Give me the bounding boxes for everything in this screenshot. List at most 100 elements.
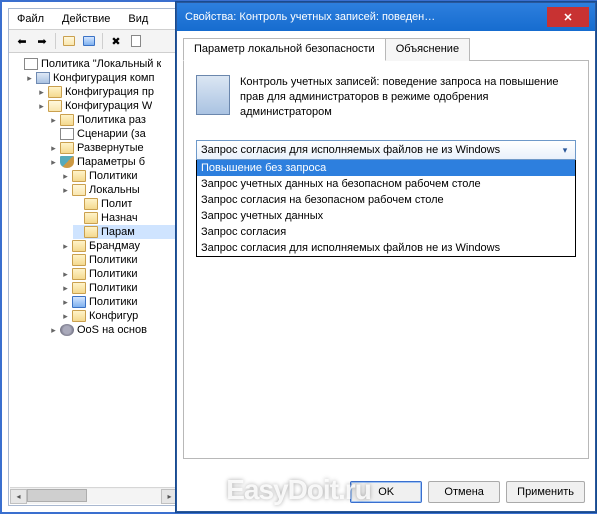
horizontal-scrollbar[interactable]: ◂ ▸ <box>10 487 178 504</box>
dialog-titlebar[interactable]: Свойства: Контроль учетных записей: пове… <box>177 3 595 31</box>
tree-twisty-icon[interactable]: ▸ <box>61 186 70 195</box>
folder-blue-icon <box>72 296 86 308</box>
tree-item[interactable]: ▸ Политики <box>61 281 177 295</box>
tree-item[interactable]: ▸ Локальны <box>61 183 177 197</box>
tree-item-label: Сценарии (за <box>77 128 146 140</box>
dropdown-option[interactable]: Запрос учетных данных на безопасном рабо… <box>197 176 575 192</box>
properties-dialog: Свойства: Контроль учетных записей: пове… <box>176 2 596 512</box>
tree-item-label: Политики <box>89 296 138 308</box>
tree-twisty-icon[interactable] <box>61 256 70 265</box>
dropdown-option[interactable]: Запрос согласия на безопасном рабочем ст… <box>197 192 575 208</box>
menu-action[interactable]: Действие <box>62 13 110 25</box>
tree-item-label: Конфигурация W <box>65 100 152 112</box>
tree-item-label: Политики <box>89 254 138 266</box>
cog-icon <box>60 324 74 336</box>
tree-twisty-icon[interactable]: ▸ <box>37 88 46 97</box>
tree-item[interactable]: ▸Параметры б <box>49 155 177 169</box>
menu-bar: Файл Действие Вид <box>9 9 179 30</box>
dropdown-option[interactable]: Запрос учетных данных <box>197 208 575 224</box>
properties-button[interactable] <box>80 32 98 50</box>
tree-item[interactable]: Политики <box>61 253 177 267</box>
tree-item[interactable]: ▸ Политики <box>61 169 177 183</box>
dropdown-list[interactable]: Повышение без запросаЗапрос учетных данн… <box>196 159 576 257</box>
tree-item[interactable]: Полит <box>73 197 177 211</box>
tree-item[interactable]: Сценарии (за <box>49 127 177 141</box>
tree-item[interactable]: ▸Конфигур <box>61 309 177 323</box>
tree-item-label: Парам <box>101 226 135 238</box>
tree-item[interactable]: ▸Брандмау <box>61 239 177 253</box>
tree-twisty-icon[interactable] <box>49 130 58 139</box>
ok-button[interactable]: OK <box>350 481 422 503</box>
tree-twisty-icon[interactable]: ▸ <box>37 102 46 111</box>
tree-view[interactable]: Политика "Локальный к▸Конфигурация комп▸… <box>9 53 179 473</box>
tree-item-label: Развернутые <box>77 142 144 154</box>
tree-item[interactable]: ▸Конфигурация пр <box>37 85 177 99</box>
tree-twisty-icon[interactable]: ▸ <box>61 270 70 279</box>
tree-twisty-icon[interactable] <box>73 200 82 209</box>
tree-twisty-icon[interactable]: ▸ <box>49 158 58 167</box>
policy-description: Контроль учетных записей: поведение запр… <box>240 75 576 120</box>
tree-twisty-icon[interactable]: ▸ <box>61 284 70 293</box>
tree-item-label: Локальны <box>89 184 140 196</box>
up-button[interactable] <box>60 32 78 50</box>
tab-explain[interactable]: Объяснение <box>385 38 470 61</box>
tree-item[interactable]: Парам <box>73 225 177 239</box>
tree-twisty-icon[interactable]: ▸ <box>25 74 34 83</box>
dropdown-option[interactable]: Запрос согласия <box>197 224 575 240</box>
dropdown-selected-value: Запрос согласия для исполняемых файлов н… <box>201 144 500 156</box>
folder-icon <box>72 170 86 182</box>
tree-twisty-icon[interactable]: ▸ <box>49 116 58 125</box>
tab-local-security[interactable]: Параметр локальной безопасности <box>183 38 386 61</box>
tree-item[interactable]: ▸ Политика раз <box>49 113 177 127</box>
tree-item[interactable]: ▸ OoS на основ <box>49 323 177 337</box>
apply-button[interactable]: Применить <box>506 481 585 503</box>
folder-icon <box>48 86 62 98</box>
scroll-left-button[interactable]: ◂ <box>10 489 27 504</box>
folder-open-icon <box>72 184 86 196</box>
nav-forward-button[interactable]: ➡ <box>33 32 51 50</box>
folder-icon <box>84 198 98 210</box>
tree-twisty-icon[interactable]: ▸ <box>61 172 70 181</box>
tree-twisty-icon[interactable]: ▸ <box>61 298 70 307</box>
shield-icon <box>60 156 74 168</box>
tree-twisty-icon[interactable]: ▸ <box>49 144 58 153</box>
folder-icon <box>72 240 86 252</box>
tree-item-label: Политика "Локальный к <box>41 58 161 70</box>
delete-button[interactable]: ✖ <box>107 32 125 50</box>
cancel-button[interactable]: Отмена <box>428 481 500 503</box>
tree-item[interactable]: ▸ Политики <box>61 295 177 309</box>
tree-item[interactable]: ▸ Конфигурация W <box>37 99 177 113</box>
toolbar: ⬅ ➡ ✖ <box>9 30 179 53</box>
menu-view[interactable]: Вид <box>128 13 148 25</box>
doc-icon <box>60 128 74 140</box>
dropdown-option[interactable]: Запрос согласия для исполняемых файлов н… <box>197 240 575 256</box>
tree-twisty-icon[interactable] <box>13 60 22 69</box>
tree-item[interactable]: ▸Политики <box>61 267 177 281</box>
folder-icon <box>84 226 98 238</box>
tree-item[interactable]: Политика "Локальный к <box>13 57 177 71</box>
tree-twisty-icon[interactable] <box>73 228 82 237</box>
tree-item[interactable]: Назнач <box>73 211 177 225</box>
policy-value-dropdown[interactable]: Запрос согласия для исполняемых файлов н… <box>196 140 576 160</box>
doc-icon <box>24 58 38 70</box>
tree-twisty-icon[interactable] <box>73 214 82 223</box>
tree-item-label: Политика раз <box>77 114 146 126</box>
close-button[interactable]: ✕ <box>547 7 589 27</box>
scroll-thumb[interactable] <box>27 489 87 502</box>
dropdown-option[interactable]: Повышение без запроса <box>197 160 575 176</box>
folder-icon <box>72 268 86 280</box>
tree-item[interactable]: ▸ Конфигурация комп <box>25 71 177 85</box>
nav-back-button[interactable]: ⬅ <box>13 32 31 50</box>
tree-twisty-icon[interactable]: ▸ <box>61 242 70 251</box>
menu-file[interactable]: Файл <box>17 13 44 25</box>
export-button[interactable] <box>127 32 145 50</box>
tree-item-label: Конфигурация комп <box>53 72 154 84</box>
tree-item-label: OoS на основ <box>77 324 147 336</box>
tree-item[interactable]: ▸ Развернутые <box>49 141 177 155</box>
tree-item-label: Политики <box>89 170 138 182</box>
tree-twisty-icon[interactable]: ▸ <box>49 326 58 335</box>
tree-item-label: Политики <box>89 282 138 294</box>
tab-strip: Параметр локальной безопасности Объяснен… <box>183 37 589 61</box>
tree-twisty-icon[interactable]: ▸ <box>61 312 70 321</box>
tree-item-label: Назнач <box>101 212 138 224</box>
